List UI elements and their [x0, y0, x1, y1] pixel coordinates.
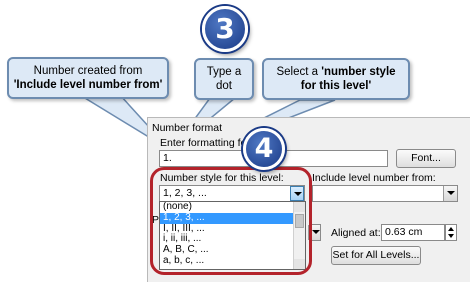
include-level-select[interactable]	[312, 185, 458, 202]
font-button[interactable]: Font...	[396, 149, 456, 168]
set-for-all-levels-button[interactable]: Set for All Levels...	[331, 246, 421, 265]
spinner-arrows-icon	[448, 227, 454, 238]
highlight-outline	[150, 167, 312, 275]
callout-select-style-bold: 'number style	[321, 66, 396, 78]
step-3-badge: 3	[202, 6, 248, 52]
callout-select-style: Select a 'number style for this level'	[262, 58, 410, 100]
enter-formatting-label: Enter formatting fo	[160, 137, 247, 149]
include-level-label: Include level number from:	[312, 172, 436, 184]
callout-number-created: Number created from 'Include level numbe…	[7, 57, 169, 99]
step-4-badge: 4	[243, 128, 285, 170]
number-format-title: Number format	[152, 122, 223, 134]
aligned-at-spinner[interactable]	[445, 224, 457, 241]
callout-number-created-line1: Number created from	[33, 65, 143, 77]
callout-type-dot-line1: Type a	[206, 66, 242, 78]
callout-number-created-line2: 'Include level number from'	[13, 79, 163, 91]
callout-type-dot: Type a dot	[194, 58, 254, 100]
aligned-at-label: Aligned at:	[331, 227, 381, 239]
callout-select-style-line2: for this level'	[300, 80, 372, 92]
callout-select-style-prefix: Select a	[276, 66, 322, 78]
chevron-down-icon[interactable]	[443, 186, 457, 201]
aligned-at-input[interactable]: 0.63 cm	[381, 224, 445, 241]
callout-type-dot-line2: dot	[216, 80, 232, 92]
